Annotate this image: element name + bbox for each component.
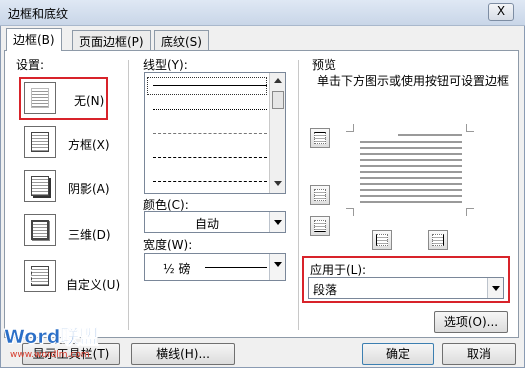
line-style-dashed[interactable] bbox=[153, 157, 267, 158]
column-separator bbox=[298, 60, 299, 330]
scroll-thumb[interactable] bbox=[272, 91, 284, 109]
top-border-button[interactable] bbox=[310, 128, 330, 148]
setting-custom-icon[interactable] bbox=[24, 260, 56, 292]
left-border-button[interactable] bbox=[372, 230, 392, 250]
apply-to-value: 段落 bbox=[313, 283, 338, 297]
chevron-down-icon[interactable] bbox=[269, 254, 285, 280]
setting-shadow-label[interactable]: 阴影(A) bbox=[68, 180, 110, 197]
tab-shading[interactable]: 底纹(S) bbox=[154, 30, 209, 50]
width-label: 宽度(W): bbox=[143, 238, 193, 252]
line-style-dash-dot[interactable] bbox=[153, 181, 267, 182]
setting-none-icon[interactable] bbox=[24, 82, 56, 114]
setting-shadow-icon[interactable] bbox=[24, 170, 56, 202]
horizontal-line-button[interactable]: 横线(H)... bbox=[131, 343, 235, 365]
ok-button[interactable]: 确定 bbox=[362, 343, 434, 365]
left-border-icon bbox=[376, 234, 388, 246]
tab-borders[interactable]: 边框(B) bbox=[6, 28, 62, 51]
line-style-dotted[interactable] bbox=[153, 109, 267, 110]
top-border-icon bbox=[314, 132, 326, 144]
color-dropdown[interactable]: 自动 bbox=[144, 211, 286, 233]
preview-area[interactable] bbox=[346, 124, 474, 216]
close-button[interactable]: X bbox=[488, 3, 514, 21]
setting-none-label[interactable]: 无(N) bbox=[74, 92, 104, 109]
setting-custom-label[interactable]: 自定义(U) bbox=[66, 276, 120, 293]
setting-3d-icon[interactable] bbox=[24, 214, 56, 246]
preview-corner-mark bbox=[346, 124, 354, 132]
chevron-down-icon[interactable] bbox=[487, 278, 503, 298]
bottom-border-icon bbox=[314, 220, 326, 232]
setting-3d-label[interactable]: 三维(D) bbox=[68, 226, 111, 243]
setting-box-icon[interactable] bbox=[24, 126, 56, 158]
dialog-title: 边框和底纹 bbox=[8, 7, 69, 21]
setting-box-label[interactable]: 方框(X) bbox=[68, 136, 110, 153]
scroll-up-icon[interactable] bbox=[274, 78, 282, 83]
right-border-button[interactable] bbox=[428, 230, 448, 250]
line-style-scrollbar[interactable] bbox=[269, 73, 285, 193]
preview-text-line bbox=[398, 134, 462, 136]
inside-horizontal-border-button[interactable] bbox=[310, 185, 330, 205]
watermark-brand: Word联盟 bbox=[4, 326, 99, 349]
preview-heading: 预览 bbox=[312, 58, 337, 72]
color-value: 自动 bbox=[194, 217, 219, 231]
width-dropdown[interactable]: ½ 磅 bbox=[144, 253, 286, 281]
width-sample-line bbox=[205, 267, 267, 268]
options-button[interactable]: 选项(O)... bbox=[434, 311, 508, 333]
preview-corner-mark bbox=[346, 208, 354, 216]
preview-corner-mark bbox=[466, 124, 474, 132]
settings-heading: 设置: bbox=[16, 58, 45, 72]
line-style-solid[interactable] bbox=[153, 85, 267, 86]
line-style-list[interactable] bbox=[144, 72, 286, 194]
line-style-selection bbox=[147, 77, 267, 95]
apply-to-dropdown[interactable]: 段落 bbox=[308, 277, 504, 299]
apply-to-label: 应用于(L): bbox=[310, 263, 367, 277]
chevron-down-icon[interactable] bbox=[269, 212, 285, 232]
preview-paragraph bbox=[360, 141, 462, 207]
watermark-url: www.wordlm.com bbox=[10, 350, 90, 360]
scroll-down-icon[interactable] bbox=[274, 181, 282, 186]
preview-instruction: 单击下方图示或使用按钮可设置边框 bbox=[317, 74, 510, 88]
line-style-fine-dashed[interactable] bbox=[153, 133, 267, 134]
bottom-border-button[interactable] bbox=[310, 216, 330, 236]
inside-horizontal-border-icon bbox=[314, 189, 326, 201]
tab-page-border[interactable]: 页面边框(P) bbox=[72, 30, 151, 50]
right-border-icon bbox=[432, 234, 444, 246]
width-value: ½ 磅 bbox=[163, 262, 191, 276]
title-bar bbox=[0, 0, 525, 26]
preview-corner-mark bbox=[466, 208, 474, 216]
style-heading: 线型(Y): bbox=[143, 58, 188, 72]
cancel-button[interactable]: 取消 bbox=[442, 343, 516, 365]
column-separator bbox=[128, 60, 129, 330]
